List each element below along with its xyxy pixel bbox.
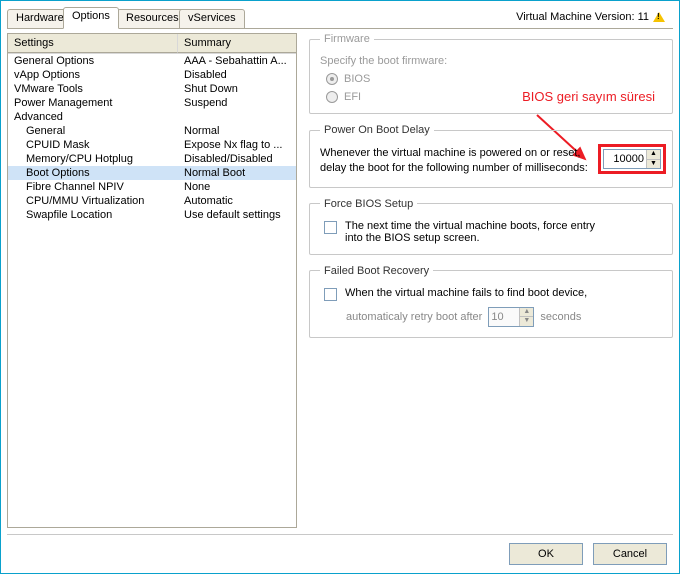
boot-delay-down[interactable]: ▼ [647, 160, 660, 169]
failed-boot-seconds-label: seconds [540, 311, 581, 323]
boot-delay-highlight: ▲ ▼ [598, 144, 666, 174]
settings-row-summary: Disabled [178, 69, 296, 81]
tab-resources[interactable]: Resources [117, 9, 188, 29]
failed-boot-text: When the virtual machine fails to find b… [345, 287, 587, 299]
force-bios-legend: Force BIOS Setup [320, 198, 417, 210]
settings-row-summary: AAA - Sebahattin A... [178, 55, 296, 67]
failed-boot-checkbox[interactable] [324, 288, 337, 301]
boot-delay-spinner[interactable]: ▲ ▼ [603, 149, 661, 169]
settings-row-name: Memory/CPU Hotplug [8, 153, 178, 165]
radio-efi [326, 91, 338, 103]
boot-delay-input[interactable] [604, 150, 646, 168]
settings-row[interactable]: vApp OptionsDisabled [8, 68, 296, 82]
settings-row-name: CPU/MMU Virtualization [8, 195, 178, 207]
settings-row-summary: Shut Down [178, 83, 296, 95]
boot-delay-text-1: Whenever the virtual machine is powered … [320, 146, 588, 161]
failed-boot-input [489, 308, 519, 326]
firmware-legend: Firmware [320, 33, 374, 45]
boot-delay-up[interactable]: ▲ [647, 150, 660, 160]
settings-row[interactable]: Power ManagementSuspend [8, 96, 296, 110]
settings-row-name: General Options [8, 55, 178, 67]
settings-row-name: Fibre Channel NPIV [8, 181, 178, 193]
settings-row[interactable]: Advanced [8, 110, 296, 124]
settings-row-summary: Disabled/Disabled [178, 153, 296, 165]
failed-boot-down: ▼ [520, 317, 533, 326]
settings-row-summary: Normal Boot [178, 167, 296, 179]
col-header-summary[interactable]: Summary [178, 34, 296, 53]
settings-row-name: Power Management [8, 97, 178, 109]
settings-row-name: CPUID Mask [8, 139, 178, 151]
settings-row-name: Swapfile Location [8, 209, 178, 221]
boot-delay-group: Power On Boot Delay Whenever the virtual… [309, 124, 673, 188]
radio-bios [326, 73, 338, 85]
failed-boot-spinner: ▲ ▼ [488, 307, 534, 327]
settings-row[interactable]: CPU/MMU VirtualizationAutomatic [8, 194, 296, 208]
force-bios-text: The next time the virtual machine boots,… [345, 220, 605, 244]
cancel-button[interactable]: Cancel [593, 543, 667, 565]
settings-row-summary: Automatic [178, 195, 296, 207]
settings-row[interactable]: CPUID MaskExpose Nx flag to ... [8, 138, 296, 152]
force-bios-group: Force BIOS Setup The next time the virtu… [309, 198, 673, 255]
settings-row-summary: Normal [178, 125, 296, 137]
separator [7, 534, 673, 535]
warning-icon [653, 12, 665, 22]
settings-row[interactable]: Fibre Channel NPIVNone [8, 180, 296, 194]
force-bios-checkbox[interactable] [324, 221, 337, 234]
settings-row-summary: None [178, 181, 296, 193]
settings-row[interactable]: Swapfile LocationUse default settings [8, 208, 296, 222]
settings-row-summary: Expose Nx flag to ... [178, 139, 296, 151]
settings-row[interactable]: Memory/CPU HotplugDisabled/Disabled [8, 152, 296, 166]
settings-row-name: vApp Options [8, 69, 178, 81]
vm-version-label: Virtual Machine Version: 11 [516, 11, 649, 23]
boot-delay-legend: Power On Boot Delay [320, 124, 434, 136]
failed-boot-legend: Failed Boot Recovery [320, 265, 433, 277]
tab-options[interactable]: Options [63, 7, 119, 29]
settings-row-summary [178, 111, 296, 123]
settings-row-summary: Use default settings [178, 209, 296, 221]
settings-row[interactable]: Boot OptionsNormal Boot [8, 166, 296, 180]
failed-boot-retry-label: automaticaly retry boot after [346, 311, 482, 323]
failed-boot-up: ▲ [520, 308, 533, 318]
settings-row[interactable]: GeneralNormal [8, 124, 296, 138]
settings-list: Settings Summary General OptionsAAA - Se… [7, 33, 297, 528]
annotation-text: BIOS geri sayım süresi [522, 89, 655, 104]
settings-row-name: Advanced [8, 111, 178, 123]
firmware-specify-label: Specify the boot firmware: [320, 55, 662, 67]
radio-bios-label: BIOS [344, 73, 370, 85]
settings-row-summary: Suspend [178, 97, 296, 109]
settings-row[interactable]: General OptionsAAA - Sebahattin A... [8, 54, 296, 68]
ok-button[interactable]: OK [509, 543, 583, 565]
radio-efi-label: EFI [344, 91, 361, 103]
settings-row[interactable]: VMware ToolsShut Down [8, 82, 296, 96]
tab-vservices[interactable]: vServices [179, 9, 245, 29]
failed-boot-group: Failed Boot Recovery When the virtual ma… [309, 265, 673, 338]
settings-row-name: General [8, 125, 178, 137]
boot-delay-text-2: delay the boot for the following number … [320, 161, 588, 176]
settings-row-name: Boot Options [8, 167, 178, 179]
settings-row-name: VMware Tools [8, 83, 178, 95]
col-header-settings[interactable]: Settings [8, 34, 178, 53]
